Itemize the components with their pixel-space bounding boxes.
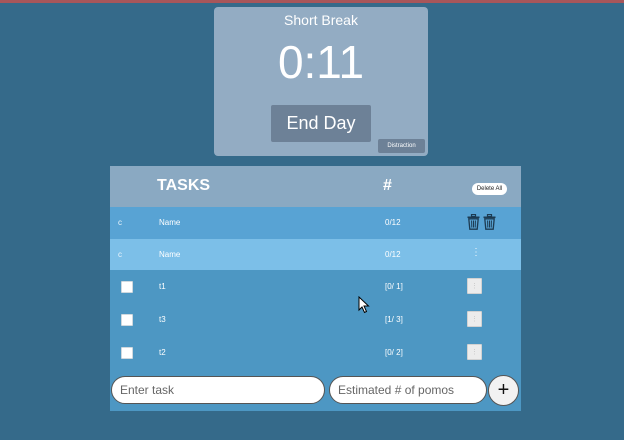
task-count: [0/ 2] — [385, 348, 403, 357]
timer-card: Short Break 0:11 End Day Distraction — [214, 7, 428, 156]
table-row: c Name 0/12 — [110, 207, 521, 239]
task-count: [1/ 3] — [385, 315, 403, 324]
window-top-border — [0, 0, 624, 3]
task-menu-button[interactable]: ⋮ — [467, 311, 482, 327]
tasks-header: TASKS # Delete All — [110, 166, 521, 207]
task-count: 0/12 — [385, 218, 401, 227]
task-name: t3 — [159, 315, 166, 324]
table-row: t2 [0/ 2] ⋮ — [110, 336, 521, 369]
task-count: 0/12 — [385, 250, 401, 259]
task-name: t1 — [159, 282, 166, 291]
task-input[interactable] — [111, 376, 325, 404]
trash-icon[interactable] — [467, 214, 480, 230]
trash-icon[interactable] — [483, 214, 496, 230]
mouse-cursor-icon — [358, 296, 370, 314]
task-checkbox[interactable] — [121, 314, 133, 326]
task-count: [0/ 1] — [385, 282, 403, 291]
timer-mode-title: Short Break — [284, 12, 358, 28]
task-checkbox[interactable] — [121, 281, 133, 293]
row-letter: c — [118, 218, 122, 227]
end-day-button[interactable]: End Day — [271, 105, 371, 142]
vertical-dots-icon[interactable]: ⋮ — [471, 247, 482, 258]
table-row: t3 [1/ 3] ⋮ — [110, 303, 521, 336]
task-menu-button[interactable]: ⋮ — [467, 344, 482, 360]
task-checkbox[interactable] — [121, 347, 133, 359]
distraction-button[interactable]: Distraction — [378, 139, 425, 153]
table-row: c Name 0/12 ⋮ — [110, 239, 521, 270]
tasks-title: TASKS — [157, 177, 211, 194]
row-letter: c — [118, 250, 122, 259]
tasks-panel: TASKS # Delete All c Name 0/12 c Name 0/… — [110, 166, 521, 411]
add-task-button[interactable]: + — [488, 375, 519, 406]
pomo-count-header: # — [383, 177, 392, 194]
task-name: t2 — [159, 348, 166, 357]
task-name: Name — [159, 218, 181, 227]
task-name: Name — [159, 250, 181, 259]
task-menu-button[interactable]: ⋮ — [467, 278, 482, 294]
timer-display: 0:11 — [277, 36, 365, 88]
delete-all-button[interactable]: Delete All — [472, 183, 507, 195]
table-row: t1 [0/ 1] ⋮ — [110, 270, 521, 303]
pomo-estimate-input[interactable] — [329, 376, 487, 404]
